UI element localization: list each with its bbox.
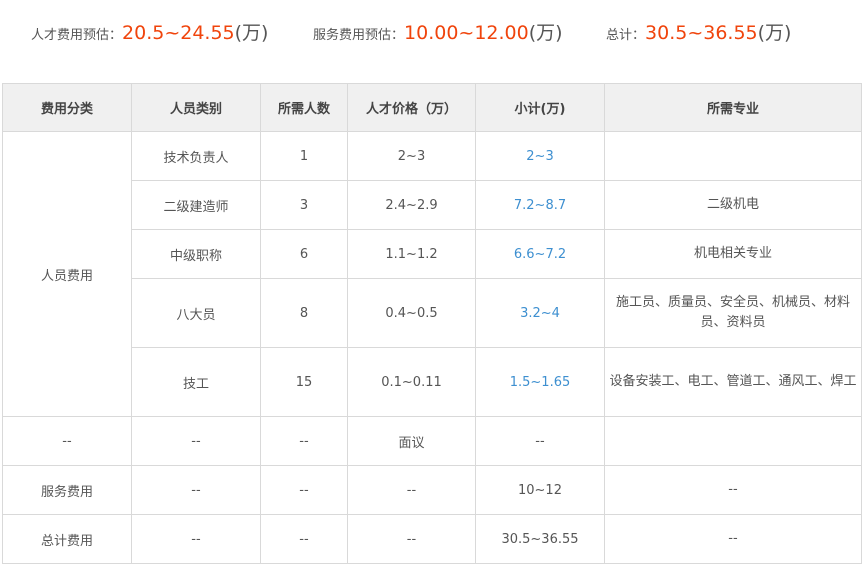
major-cell: --: [604, 514, 862, 564]
staff-type-cell: --: [131, 514, 261, 564]
total-cost-value: 30.5~36.55: [645, 22, 758, 44]
major-cell: --: [604, 465, 862, 515]
count-cell: 15: [260, 347, 348, 417]
col-header-category: 费用分类: [2, 83, 132, 132]
staff-type-cell: 中级职称: [131, 229, 261, 279]
talent-cost-value: 20.5~24.55: [122, 22, 235, 44]
price-cell: 1.1~1.2: [347, 229, 476, 279]
price-cell: 2~3: [347, 131, 476, 181]
price-cell: 0.4~0.5: [347, 278, 476, 348]
table-header-row: 费用分类 人员类别 所需人数 人才价格（万） 小计(万) 所需专业: [2, 83, 862, 132]
total-cost-unit: (万): [757, 22, 792, 44]
count-cell: --: [260, 416, 348, 466]
price-cell: 面议: [347, 416, 476, 466]
staff-type-cell: 技术负责人: [131, 131, 261, 181]
price-cell: --: [347, 465, 476, 515]
subtotal-cell: 7.2~8.7: [475, 180, 605, 230]
table-row: 人员费用 技术负责人 1 2~3 2~3: [2, 131, 862, 417]
subtotal-cell: 10~12: [475, 465, 605, 515]
cost-table: 费用分类 人员类别 所需人数 人才价格（万） 小计(万) 所需专业 人员费用 技…: [2, 83, 862, 564]
staff-type-cell: --: [131, 465, 261, 515]
subtotal-cell: 2~3: [475, 131, 605, 181]
count-cell: 6: [260, 229, 348, 279]
major-cell: 二级机电: [604, 180, 862, 230]
talent-cost-estimate: 人才费用预估： 20.5~24.55 (万): [31, 18, 268, 45]
staff-type-cell: 二级建造师: [131, 180, 261, 230]
category-cell: --: [2, 416, 132, 466]
personnel-category-cell: 人员费用: [2, 131, 132, 417]
talent-cost-label: 人才费用预估：: [31, 28, 123, 43]
major-cell: 机电相关专业: [604, 229, 862, 279]
table-row: 技工 15 0.1~0.11 1.5~1.65 设备安装工、电工、管道工、通风工…: [3, 347, 862, 417]
col-header-count: 所需人数: [260, 83, 348, 132]
price-cell: 2.4~2.9: [347, 180, 476, 230]
major-cell: 施工员、质量员、安全员、机械员、材料员、资料员: [604, 278, 862, 348]
major-cell: 设备安装工、电工、管道工、通风工、焊工: [604, 347, 862, 417]
table-row: 二级建造师 3 2.4~2.9 7.2~8.7 二级机电: [3, 180, 862, 230]
talent-cost-unit: (万): [234, 22, 269, 44]
category-cell: 服务费用: [2, 465, 132, 515]
staff-type-cell: 技工: [131, 347, 261, 417]
count-cell: 1: [260, 131, 348, 181]
service-cost-value: 10.00~12.00: [404, 22, 529, 44]
staff-type-cell: 八大员: [131, 278, 261, 348]
total-cost-estimate: 总计： 30.5~36.55 (万): [606, 18, 791, 45]
table-row: 总计费用 -- -- -- 30.5~36.55 --: [2, 514, 862, 564]
subtotal-cell: 3.2~4: [475, 278, 605, 348]
cost-summary-bar: 人才费用预估： 20.5~24.55 (万) 服务费用预估： 10.00~12.…: [0, 0, 867, 66]
subtotal-cell: 1.5~1.65: [475, 347, 605, 417]
major-cell: [604, 416, 862, 466]
count-cell: 3: [260, 180, 348, 230]
count-cell: --: [260, 514, 348, 564]
count-cell: 8: [260, 278, 348, 348]
price-cell: 0.1~0.11: [347, 347, 476, 417]
table-row: -- -- -- 面议 --: [2, 416, 862, 466]
col-header-staff-type: 人员类别: [131, 83, 261, 132]
table-row: 八大员 8 0.4~0.5 3.2~4 施工员、质量员、安全员、机械员、材料员、…: [3, 278, 862, 348]
count-cell: --: [260, 465, 348, 515]
subtotal-cell: 30.5~36.55: [475, 514, 605, 564]
staff-type-cell: --: [131, 416, 261, 466]
category-cell: 总计费用: [2, 514, 132, 564]
subtotal-cell: 6.6~7.2: [475, 229, 605, 279]
service-cost-estimate: 服务费用预估： 10.00~12.00 (万): [313, 18, 563, 45]
total-cost-label: 总计：: [606, 28, 646, 43]
col-header-major: 所需专业: [604, 83, 862, 132]
price-cell: --: [347, 514, 476, 564]
service-cost-unit: (万): [528, 22, 563, 44]
col-header-subtotal: 小计(万): [475, 83, 605, 132]
table-row: 中级职称 6 1.1~1.2 6.6~7.2 机电相关专业: [3, 229, 862, 279]
col-header-price: 人才价格（万）: [347, 83, 476, 132]
service-cost-label: 服务费用预估：: [313, 28, 405, 43]
table-row: 服务费用 -- -- -- 10~12 --: [2, 465, 862, 515]
major-cell: [604, 131, 862, 181]
subtotal-cell: --: [475, 416, 605, 466]
